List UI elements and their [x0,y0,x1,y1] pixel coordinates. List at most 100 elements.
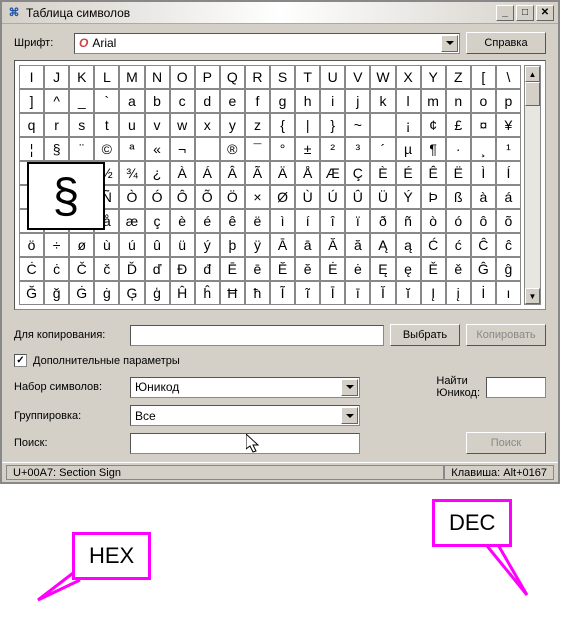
char-cell[interactable]: ü [170,233,195,257]
char-cell[interactable]: Ä [270,161,295,185]
char-cell[interactable]: m [421,89,446,113]
char-cell[interactable]: Ě [421,257,446,281]
char-cell[interactable]: X [396,65,421,89]
char-cell[interactable]: Ê [421,161,446,185]
char-cell[interactable]: Ö [220,185,245,209]
char-cell[interactable]: đ [195,257,220,281]
char-cell[interactable]: _ [69,89,94,113]
char-cell[interactable]: Ë [446,161,471,185]
char-cell[interactable]: | [295,113,320,137]
close-button[interactable]: ✕ [536,5,554,21]
char-cell[interactable]: ġ [94,281,119,305]
char-cell[interactable]: ] [19,89,44,113]
char-cell[interactable]: Č [69,257,94,281]
char-cell[interactable]: S [270,65,295,89]
char-cell[interactable]: « [145,137,170,161]
char-cell[interactable]: ĥ [195,281,220,305]
char-cell[interactable]: À [170,161,195,185]
char-cell[interactable]: Ã [245,161,270,185]
char-cell[interactable]: c [170,89,195,113]
char-cell[interactable]: ò [421,209,446,233]
char-cell[interactable]: Ĭ [370,281,395,305]
char-cell[interactable]: o [471,89,496,113]
char-cell[interactable]: ¾ [119,161,144,185]
char-cell[interactable]: ® [220,137,245,161]
char-cell[interactable]: ¶ [421,137,446,161]
char-cell[interactable]: ­ [195,137,220,161]
char-cell[interactable]: Ì [471,161,496,185]
char-cell[interactable]: q [19,113,44,137]
char-cell[interactable]: é [195,209,220,233]
char-cell[interactable]: ċ [44,257,69,281]
char-cell[interactable]: v [145,113,170,137]
charset-combo[interactable]: Юникод [130,377,360,398]
char-cell[interactable]: w [170,113,195,137]
char-cell[interactable]: Ī [320,281,345,305]
char-cell[interactable]: İ [471,281,496,305]
char-cell[interactable]: n [446,89,471,113]
char-cell[interactable]: Ò [119,185,144,209]
char-cell[interactable]: V [345,65,370,89]
char-cell[interactable]: © [94,137,119,161]
char-cell[interactable]: Į [421,281,446,305]
char-cell[interactable]: µ [396,137,421,161]
chevron-down-icon[interactable] [441,35,458,52]
char-cell[interactable]: ı [496,281,521,305]
char-cell[interactable]: t [94,113,119,137]
titlebar[interactable]: ⌘ Таблица символов _ □ ✕ [2,2,558,24]
char-cell[interactable]: Ú [320,185,345,209]
char-cell[interactable]: Ü [370,185,395,209]
char-cell[interactable]: ă [345,233,370,257]
char-cell[interactable]: ê [220,209,245,233]
char-cell[interactable]: ¹ [496,137,521,161]
char-cell[interactable]: į [446,281,471,305]
copy-field[interactable] [130,325,384,346]
char-cell[interactable]: ą [396,233,421,257]
char-cell[interactable]: k [370,89,395,113]
char-cell[interactable]: ú [119,233,144,257]
char-cell[interactable]: i [320,89,345,113]
char-cell[interactable]: õ [496,209,521,233]
char-cell[interactable]: Æ [320,161,345,185]
char-cell[interactable]: M [119,65,144,89]
char-cell[interactable]: r [44,113,69,137]
char-cell[interactable]: } [320,113,345,137]
char-cell[interactable]: x [195,113,220,137]
char-cell[interactable]: ð [370,209,395,233]
char-cell[interactable]: ĭ [396,281,421,305]
char-cell[interactable]: a [119,89,144,113]
char-cell[interactable]: { [270,113,295,137]
char-cell[interactable]: É [396,161,421,185]
char-cell[interactable]: Ĝ [471,257,496,281]
char-cell[interactable]: ī [345,281,370,305]
char-cell[interactable]: Ù [295,185,320,209]
char-cell[interactable]: K [69,65,94,89]
char-cell[interactable]: È [370,161,395,185]
char-cell[interactable]: ì [270,209,295,233]
char-cell[interactable]: ¡ [396,113,421,137]
char-cell[interactable]: d [195,89,220,113]
char-cell[interactable]: Ĩ [270,281,295,305]
char-cell[interactable]: Đ [170,257,195,281]
char-cell[interactable]: ě [446,257,471,281]
char-cell[interactable]: ¦ [19,137,44,161]
char-cell[interactable]: J [44,65,69,89]
char-cell[interactable]: l [396,89,421,113]
char-cell[interactable]: R [245,65,270,89]
scroll-up-button[interactable]: ▲ [525,66,540,82]
char-cell[interactable]: Ø [270,185,295,209]
scroll-down-button[interactable]: ▼ [525,288,540,304]
char-cell[interactable]: s [69,113,94,137]
char-cell[interactable]: č [94,257,119,281]
chevron-down-icon[interactable] [341,379,358,396]
char-cell[interactable]: ç [145,209,170,233]
chevron-down-icon[interactable] [341,407,358,424]
char-cell[interactable]: è [170,209,195,233]
char-cell[interactable]: ô [471,209,496,233]
char-cell[interactable]: Y [421,65,446,89]
char-cell[interactable]: ¸ [471,137,496,161]
char-cell[interactable]: ĉ [496,233,521,257]
maximize-button[interactable]: □ [516,5,534,21]
char-cell[interactable]: y [220,113,245,137]
char-cell[interactable]: ¨ [69,137,94,161]
